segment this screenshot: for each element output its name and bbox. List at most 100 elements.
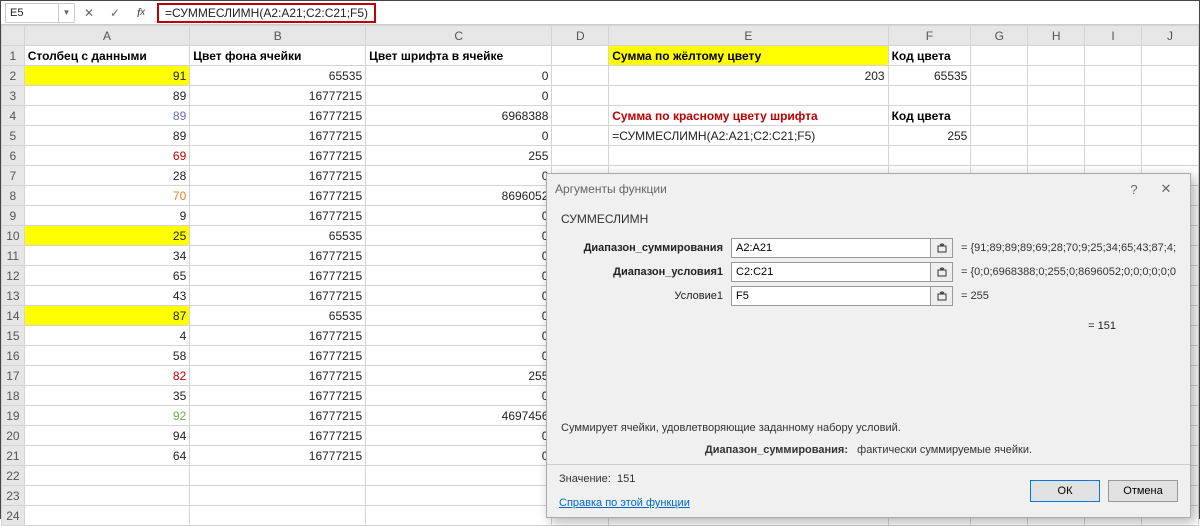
cell-b7[interactable]: 16777215: [190, 166, 366, 186]
cell-a14[interactable]: 87: [24, 306, 190, 326]
dialog-help-link[interactable]: Справка по этой функции: [559, 497, 690, 509]
cell-c5[interactable]: 0: [366, 126, 552, 146]
cell[interactable]: [24, 486, 190, 506]
cell-c19[interactable]: 4697456: [366, 406, 552, 426]
row-header[interactable]: 2: [2, 66, 25, 86]
cell[interactable]: [366, 486, 552, 506]
cell[interactable]: [24, 466, 190, 486]
cell-a13[interactable]: 43: [24, 286, 190, 306]
cell-c8[interactable]: 8696052: [366, 186, 552, 206]
cell[interactable]: [552, 86, 609, 106]
cell[interactable]: [552, 106, 609, 126]
cell[interactable]: [190, 486, 366, 506]
cell-c21[interactable]: 0: [366, 446, 552, 466]
col-header-J[interactable]: J: [1142, 26, 1199, 46]
cell-a4[interactable]: 89: [24, 106, 190, 126]
dialog-titlebar[interactable]: Аргументы функции ? ✕: [547, 174, 1190, 204]
cell-c17[interactable]: 255: [366, 366, 552, 386]
cell[interactable]: [24, 506, 190, 526]
row-header[interactable]: 5: [2, 126, 25, 146]
cell-c14[interactable]: 0: [366, 306, 552, 326]
cell[interactable]: [552, 46, 609, 66]
cell-a15[interactable]: 4: [24, 326, 190, 346]
cell[interactable]: [552, 126, 609, 146]
cell-c4[interactable]: 6968388: [366, 106, 552, 126]
cell-b18[interactable]: 16777215: [190, 386, 366, 406]
row-header[interactable]: 13: [2, 286, 25, 306]
cell-b13[interactable]: 16777215: [190, 286, 366, 306]
cell-b19[interactable]: 16777215: [190, 406, 366, 426]
cell-b9[interactable]: 16777215: [190, 206, 366, 226]
row-header[interactable]: 7: [2, 166, 25, 186]
row-header[interactable]: 12: [2, 266, 25, 286]
cell-b5[interactable]: 16777215: [190, 126, 366, 146]
cell-c15[interactable]: 0: [366, 326, 552, 346]
cell-b17[interactable]: 16777215: [190, 366, 366, 386]
cell-a7[interactable]: 28: [24, 166, 190, 186]
header-e1[interactable]: Сумма по жёлтому цвету: [609, 46, 888, 66]
name-box-dropdown[interactable]: ▼: [58, 4, 74, 22]
row-header[interactable]: 20: [2, 426, 25, 446]
cell-a6[interactable]: 69: [24, 146, 190, 166]
arg-input-1[interactable]: [731, 262, 931, 282]
cell-b16[interactable]: 16777215: [190, 346, 366, 366]
row-header[interactable]: 19: [2, 406, 25, 426]
cell-a3[interactable]: 89: [24, 86, 190, 106]
row-header[interactable]: 15: [2, 326, 25, 346]
cell-b14[interactable]: 65535: [190, 306, 366, 326]
row-header[interactable]: 24: [2, 506, 25, 526]
dialog-close-icon[interactable]: ✕: [1150, 181, 1182, 197]
col-header-A[interactable]: A: [24, 26, 190, 46]
fx-icon[interactable]: fx: [129, 3, 153, 23]
cell-a18[interactable]: 35: [24, 386, 190, 406]
cell-a16[interactable]: 58: [24, 346, 190, 366]
cell-b21[interactable]: 16777215: [190, 446, 366, 466]
cell[interactable]: [366, 466, 552, 486]
cell-b4[interactable]: 16777215: [190, 106, 366, 126]
cell-f5[interactable]: 255: [888, 126, 971, 146]
cell-c10[interactable]: 0: [366, 226, 552, 246]
cell-b8[interactable]: 16777215: [190, 186, 366, 206]
row-header[interactable]: 22: [2, 466, 25, 486]
row-header[interactable]: 4: [2, 106, 25, 126]
col-header-G[interactable]: G: [971, 26, 1028, 46]
row-header[interactable]: 3: [2, 86, 25, 106]
cell-a8[interactable]: 70: [24, 186, 190, 206]
col-header-D[interactable]: D: [552, 26, 609, 46]
col-header-E[interactable]: E: [609, 26, 888, 46]
cell-a19[interactable]: 92: [24, 406, 190, 426]
header-b[interactable]: Цвет фона ячейки: [190, 46, 366, 66]
row-header[interactable]: 1: [2, 46, 25, 66]
cell-b6[interactable]: 16777215: [190, 146, 366, 166]
cell-e4[interactable]: Сумма по красному цвету шрифта: [609, 106, 888, 126]
cell-b10[interactable]: 65535: [190, 226, 366, 246]
cell[interactable]: [190, 466, 366, 486]
col-header-H[interactable]: H: [1028, 26, 1085, 46]
cell[interactable]: [366, 506, 552, 526]
cell-c16[interactable]: 0: [366, 346, 552, 366]
cell-c6[interactable]: 255: [366, 146, 552, 166]
range-picker-icon[interactable]: [931, 238, 953, 258]
row-header[interactable]: 23: [2, 486, 25, 506]
row-header[interactable]: 10: [2, 226, 25, 246]
cell-c11[interactable]: 0: [366, 246, 552, 266]
header-f1[interactable]: Код цвета: [888, 46, 971, 66]
name-box[interactable]: E5 ▼: [5, 3, 75, 23]
cell-e5[interactable]: =СУММЕСЛИМН(A2:A21;C2:C21;F5): [609, 126, 888, 146]
cell-c2[interactable]: 0: [366, 66, 552, 86]
cell-a21[interactable]: 64: [24, 446, 190, 466]
cancel-formula-icon[interactable]: ✕: [77, 3, 101, 23]
row-header[interactable]: 9: [2, 206, 25, 226]
arg-input-2[interactable]: [731, 286, 931, 306]
cell-f3[interactable]: [888, 86, 971, 106]
cell-c12[interactable]: 0: [366, 266, 552, 286]
col-header-C[interactable]: C: [366, 26, 552, 46]
cell-a12[interactable]: 65: [24, 266, 190, 286]
cell-f2[interactable]: 65535: [888, 66, 971, 86]
cell[interactable]: [552, 66, 609, 86]
row-header[interactable]: 17: [2, 366, 25, 386]
cell-b15[interactable]: 16777215: [190, 326, 366, 346]
cell-b12[interactable]: 16777215: [190, 266, 366, 286]
row-header[interactable]: 18: [2, 386, 25, 406]
row-header[interactable]: 6: [2, 146, 25, 166]
